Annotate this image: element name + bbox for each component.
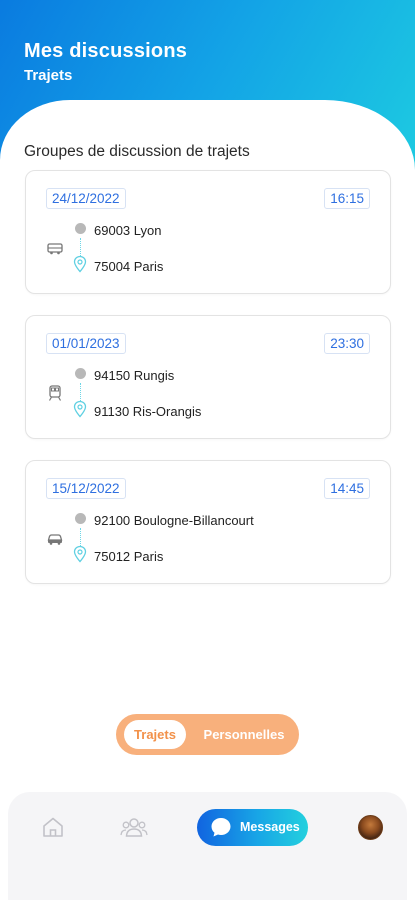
trip-date: 01/01/2023 xyxy=(46,333,126,354)
location-pin-icon xyxy=(73,255,87,273)
trip-departure: 92100 Boulogne-Billancourt xyxy=(94,513,254,528)
groups-icon[interactable] xyxy=(120,816,148,838)
section-title: Groupes de discussion de trajets xyxy=(24,143,250,160)
car-icon xyxy=(47,534,63,545)
location-pin-icon xyxy=(73,545,87,563)
nav-messages-label: Messages xyxy=(240,820,300,834)
home-icon[interactable] xyxy=(41,816,65,838)
trip-card[interactable]: 15/12/2022 14:45 92100 Boulogne-Billanco… xyxy=(25,460,391,584)
trip-date: 24/12/2022 xyxy=(46,188,126,209)
trip-arrival: 75004 Paris xyxy=(94,259,164,274)
trip-time: 23:30 xyxy=(324,333,370,354)
trip-arrival: 91130 Ris-Orangis xyxy=(94,404,202,419)
bus-icon xyxy=(47,243,63,255)
route-line xyxy=(80,238,81,256)
nav-messages-button[interactable]: Messages xyxy=(197,809,308,846)
departure-dot xyxy=(75,223,86,234)
route-line xyxy=(80,528,81,546)
departure-dot xyxy=(75,513,86,524)
trip-arrival: 75012 Paris xyxy=(94,549,164,564)
route-line xyxy=(80,383,81,401)
trip-departure: 94150 Rungis xyxy=(94,368,175,383)
trip-time: 14:45 xyxy=(324,478,370,499)
page-subtitle: Trajets xyxy=(24,67,73,84)
page-title: Mes discussions xyxy=(24,40,188,62)
page-header: Mes discussions Trajets xyxy=(24,40,187,84)
bottom-nav: Messages xyxy=(8,792,407,900)
discussion-type-toggle: Trajets Personnelles xyxy=(116,714,299,755)
toggle-personnelles[interactable]: Personnelles xyxy=(196,720,292,749)
chat-bubble-icon xyxy=(211,818,231,837)
avatar[interactable] xyxy=(358,815,383,840)
toggle-trajets[interactable]: Trajets xyxy=(124,720,186,749)
trip-card[interactable]: 24/12/2022 16:15 69003 Lyon 75004 Paris xyxy=(25,170,391,294)
trip-card[interactable]: 01/01/2023 23:30 94150 Rungis 91130 Ris-… xyxy=(25,315,391,439)
departure-dot xyxy=(75,368,86,379)
train-icon xyxy=(48,385,62,401)
trip-date: 15/12/2022 xyxy=(46,478,126,499)
location-pin-icon xyxy=(73,400,87,418)
trip-time: 16:15 xyxy=(324,188,370,209)
trip-departure: 69003 Lyon xyxy=(94,223,162,238)
